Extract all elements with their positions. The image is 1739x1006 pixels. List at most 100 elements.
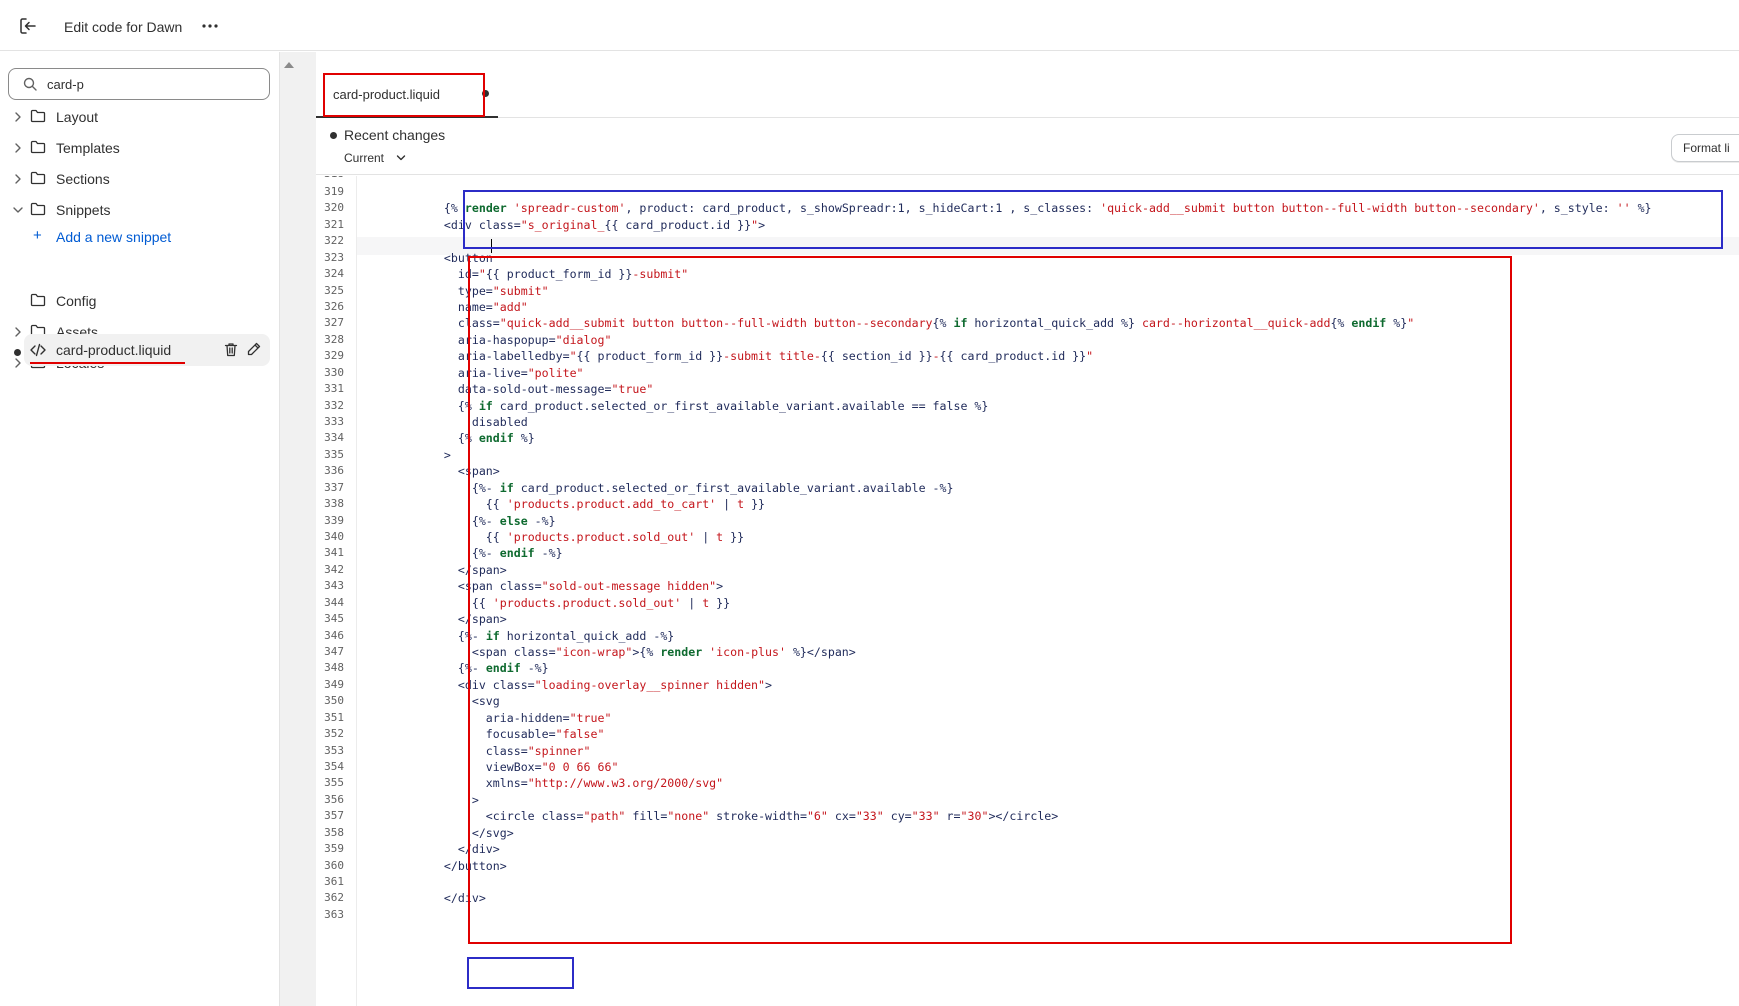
chevron-down-icon[interactable] [12,204,24,216]
line-number: 334 [324,431,344,445]
line-number: 326 [324,300,344,313]
line-number: 352 [324,727,344,741]
line-number: 341 [324,546,344,560]
line-number: 340 [324,530,344,544]
line-number: 336 [324,464,344,478]
search-input[interactable] [47,74,257,94]
line-number: 337 [324,480,344,494]
chevron-right-icon[interactable] [12,357,24,369]
format-liquid-button[interactable]: Format li [1671,134,1739,162]
sidebar-item-templates[interactable]: Templates [0,134,272,162]
line-number: 332 [324,398,344,412]
editor-gutter-strip [280,52,316,1006]
line-number: 329 [324,349,344,363]
code-token: > [416,447,451,462]
annotation-box-tab [323,73,485,117]
code-line: > [416,446,451,464]
folder-icon [30,293,46,307]
annotation-underline [30,362,185,364]
ellipsis-icon[interactable] [200,17,220,35]
line-number: 335 [324,447,344,461]
sidebar-item-config[interactable]: Config [24,287,296,315]
line-number: 349 [324,677,344,691]
file-sidebar: LayoutTemplatesSectionsSnippetsConfigAss… [0,52,280,1006]
annotation-box-closing-div [467,957,574,989]
exit-icon[interactable] [18,16,38,36]
line-number: 327 [324,316,344,330]
line-number: 342 [324,562,344,576]
page-title: Edit code for Dawn [64,19,183,35]
folder-icon [30,109,46,123]
line-number: 338 [324,497,344,511]
line-number: 348 [324,661,344,675]
recent-changes-bar: Recent changes Current Format li [316,118,1739,175]
line-number: 347 [324,645,344,659]
plus-icon: + [33,227,42,244]
pencil-icon[interactable] [247,342,261,356]
line-number: 322 [324,234,344,248]
line-number: 360 [324,858,344,872]
chevron-right-icon[interactable] [12,142,24,154]
line-number: 346 [324,628,344,642]
line-number: 357 [324,809,344,823]
line-number: 355 [324,776,344,790]
sidebar-item-label: Sections [56,171,110,187]
search-box[interactable] [8,68,270,100]
annotation-box-button-block [468,256,1512,944]
line-number: 356 [324,792,344,806]
sidebar-item-label: Templates [56,140,120,156]
line-number: 345 [324,612,344,626]
recent-changes-label[interactable]: Recent changes [344,127,445,143]
chevron-right-icon[interactable] [12,111,24,123]
line-number: 358 [324,825,344,839]
trash-icon[interactable] [224,342,238,357]
annotation-box-render-line [463,190,1723,249]
sidebar-item-layout[interactable]: Layout [0,103,272,131]
version-select[interactable]: Current [344,151,384,165]
code-icon [30,343,46,357]
line-number: 359 [324,842,344,856]
line-number: 339 [324,513,344,527]
line-number: 330 [324,365,344,379]
sidebar-item-sections[interactable]: Sections [0,165,272,193]
sidebar-item-snippets[interactable]: Snippets [0,196,272,224]
chevron-right-icon[interactable] [12,173,24,185]
line-number: 323 [324,250,344,264]
add-snippet-label: Add a new snippet [56,229,172,245]
line-number: 350 [324,694,344,708]
line-number: 361 [324,875,344,889]
line-number-gutter: 318 319 320 321 322 323 324 325 326 327 328 329 330… [316,176,357,1006]
unsaved-dot [14,349,21,356]
line-number: 333 [324,415,344,429]
line-number: 344 [324,595,344,609]
add-snippet-link[interactable]: + Add a new snippet [30,226,230,250]
line-number: 325 [324,283,344,297]
line-number: 343 [324,579,344,593]
line-number: 324 [324,267,344,281]
sidebar-item-label: Snippets [56,202,111,218]
folder-icon [30,171,46,185]
line-number: 319 [324,185,344,198]
line-number: 320 [324,201,344,215]
folder-icon [30,140,46,154]
line-number: 354 [324,760,344,774]
sidebar-item-label: Layout [56,109,99,125]
line-number: 318 [316,176,344,183]
line-number: 362 [324,891,344,905]
folder-icon [30,202,46,216]
line-number: 328 [324,332,344,346]
top-bar: Edit code for Dawn [0,0,1739,51]
status-dot [330,132,337,139]
chevron-right-icon[interactable] [12,326,24,338]
file-item-label: card-product.liquid [56,342,172,358]
line-number: 353 [324,743,344,757]
chevron-down-icon[interactable] [396,154,406,162]
scroll-up-arrow[interactable] [284,62,294,68]
line-number: 351 [324,710,344,724]
line-number: 331 [324,382,344,396]
editor-tabs: card-product.liquid [316,66,1739,118]
line-number: 321 [324,217,344,231]
line-number: 363 [324,907,344,921]
sidebar-item-label: Config [56,293,97,309]
search-icon [23,77,37,91]
